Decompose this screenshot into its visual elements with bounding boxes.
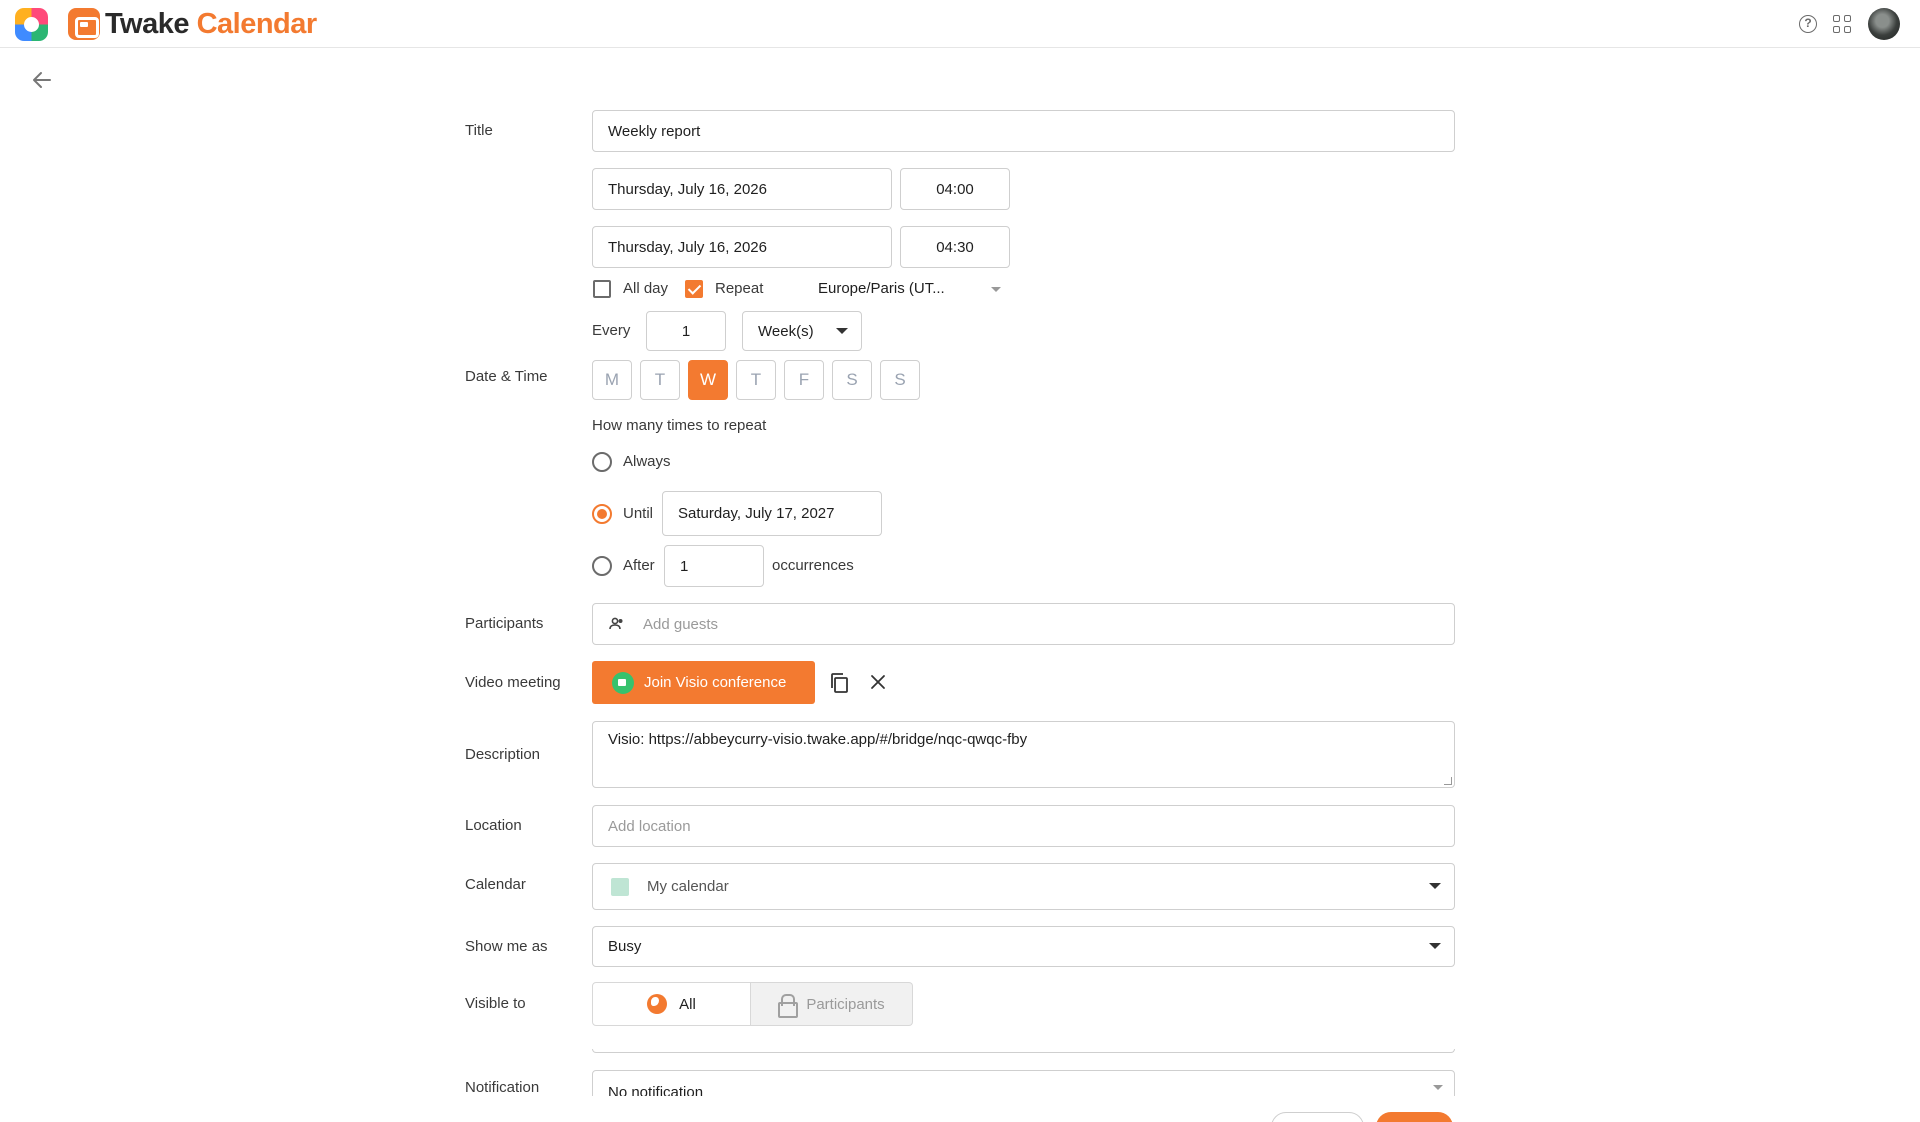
lock-icon: [778, 994, 799, 1018]
location-placeholder: Add location: [608, 817, 691, 835]
interval-input[interactable]: 1: [646, 311, 726, 351]
back-arrow-icon[interactable]: [30, 68, 54, 92]
interval-unit-caret-icon[interactable]: [836, 328, 848, 334]
globe-icon: [647, 994, 668, 1014]
show-me-as-value: Busy: [608, 938, 642, 955]
always-label: Always: [623, 453, 671, 470]
timezone-select[interactable]: Europe/Paris (UT...: [818, 280, 945, 297]
description-textarea[interactable]: Visio: https://abbeycurry-visio.twake.ap…: [592, 721, 1455, 788]
title-label: Title: [465, 122, 493, 139]
user-avatar[interactable]: [1868, 8, 1900, 40]
occurrences-label: occurrences: [772, 557, 854, 574]
video-camera-icon: [612, 671, 634, 694]
visibility-all-button[interactable]: All: [592, 982, 751, 1026]
calendar-value: My calendar: [647, 878, 729, 895]
show-me-as-select[interactable]: Busy: [592, 926, 1455, 967]
date-time-label: Date & Time: [465, 368, 548, 385]
resize-handle-icon[interactable]: [1444, 777, 1452, 785]
all-day-label: All day: [623, 280, 669, 297]
calendar-color-swatch: [611, 877, 629, 896]
until-date-input[interactable]: Saturday, July 17, 2027: [662, 491, 882, 536]
weekday-wednesday[interactable]: W: [688, 360, 728, 400]
all-day-checkbox[interactable]: [593, 280, 611, 298]
repeat-checkbox[interactable]: [685, 280, 703, 298]
visibility-participants-label: Participants: [806, 995, 885, 1013]
end-time-input[interactable]: 04:30: [900, 226, 1010, 268]
help-icon[interactable]: ?: [1799, 15, 1817, 33]
after-label: After: [623, 557, 655, 574]
visible-to-label: Visible to: [465, 995, 526, 1012]
weekday-tuesday[interactable]: T: [640, 360, 680, 400]
participants-label: Participants: [465, 615, 544, 632]
how-many-label: How many times to repeat: [592, 417, 767, 434]
apps-grid-icon[interactable]: [1833, 15, 1852, 34]
weekday-monday[interactable]: M: [592, 360, 632, 400]
start-date-input[interactable]: Thursday, July 16, 2026: [592, 168, 892, 210]
visibility-participants-button[interactable]: Participants: [751, 982, 913, 1026]
join-visio-label: Join Visio conference: [644, 674, 787, 691]
notification-caret-icon[interactable]: [1433, 1085, 1443, 1090]
every-label: Every: [592, 322, 631, 339]
location-input[interactable]: Add location: [592, 805, 1455, 847]
join-visio-button[interactable]: Join Visio conference: [592, 661, 815, 704]
participants-input[interactable]: Add guests: [592, 603, 1455, 645]
hidden-field-edge: [592, 1049, 1455, 1053]
brand-name-calendar: Calendar: [196, 8, 318, 40]
calendar-app-logo-icon: [68, 8, 100, 40]
end-always-radio[interactable]: [592, 452, 612, 472]
cancel-button[interactable]: [1271, 1112, 1364, 1122]
weekday-sunday[interactable]: S: [880, 360, 920, 400]
people-icon: [609, 617, 623, 630]
notification-label: Notification: [465, 1079, 540, 1096]
start-time-input[interactable]: 04:00: [900, 168, 1010, 210]
calendar-select[interactable]: My calendar: [592, 863, 1455, 910]
weekday-thursday[interactable]: T: [736, 360, 776, 400]
copy-link-icon[interactable]: [829, 672, 849, 694]
description-label: Description: [465, 746, 541, 763]
calendar-label: Calendar: [465, 876, 526, 893]
weekday-friday[interactable]: F: [784, 360, 824, 400]
weekday-saturday[interactable]: S: [832, 360, 872, 400]
video-meeting-label: Video meeting: [465, 674, 561, 691]
interval-unit-value: Week(s): [758, 322, 814, 340]
show-me-as-caret-icon[interactable]: [1429, 943, 1441, 949]
repeat-label: Repeat: [715, 280, 764, 297]
remove-video-icon[interactable]: [869, 673, 887, 691]
twake-suite-logo-icon[interactable]: [15, 8, 48, 41]
app-brand: Twake Calendar: [105, 6, 317, 42]
calendar-caret-icon[interactable]: [1429, 883, 1441, 889]
after-count-input[interactable]: 1: [664, 545, 764, 587]
brand-name-twake: Twake: [105, 8, 190, 40]
participants-placeholder: Add guests: [643, 615, 719, 633]
end-until-radio[interactable]: [592, 504, 612, 524]
visibility-all-label: All: [679, 995, 696, 1013]
end-after-radio[interactable]: [592, 556, 612, 576]
timezone-caret-icon[interactable]: [991, 287, 1001, 292]
top-bar: Twake Calendar ?: [0, 0, 1920, 48]
save-button[interactable]: [1376, 1112, 1453, 1122]
description-value: Visio: https://abbeycurry-visio.twake.ap…: [608, 731, 1028, 748]
until-label: Until: [623, 505, 654, 522]
show-me-as-label: Show me as: [465, 938, 548, 955]
end-date-input[interactable]: Thursday, July 16, 2026: [592, 226, 892, 268]
footer-mask: [0, 1096, 1920, 1122]
title-input[interactable]: Weekly report: [592, 110, 1455, 152]
location-label: Location: [465, 817, 522, 834]
